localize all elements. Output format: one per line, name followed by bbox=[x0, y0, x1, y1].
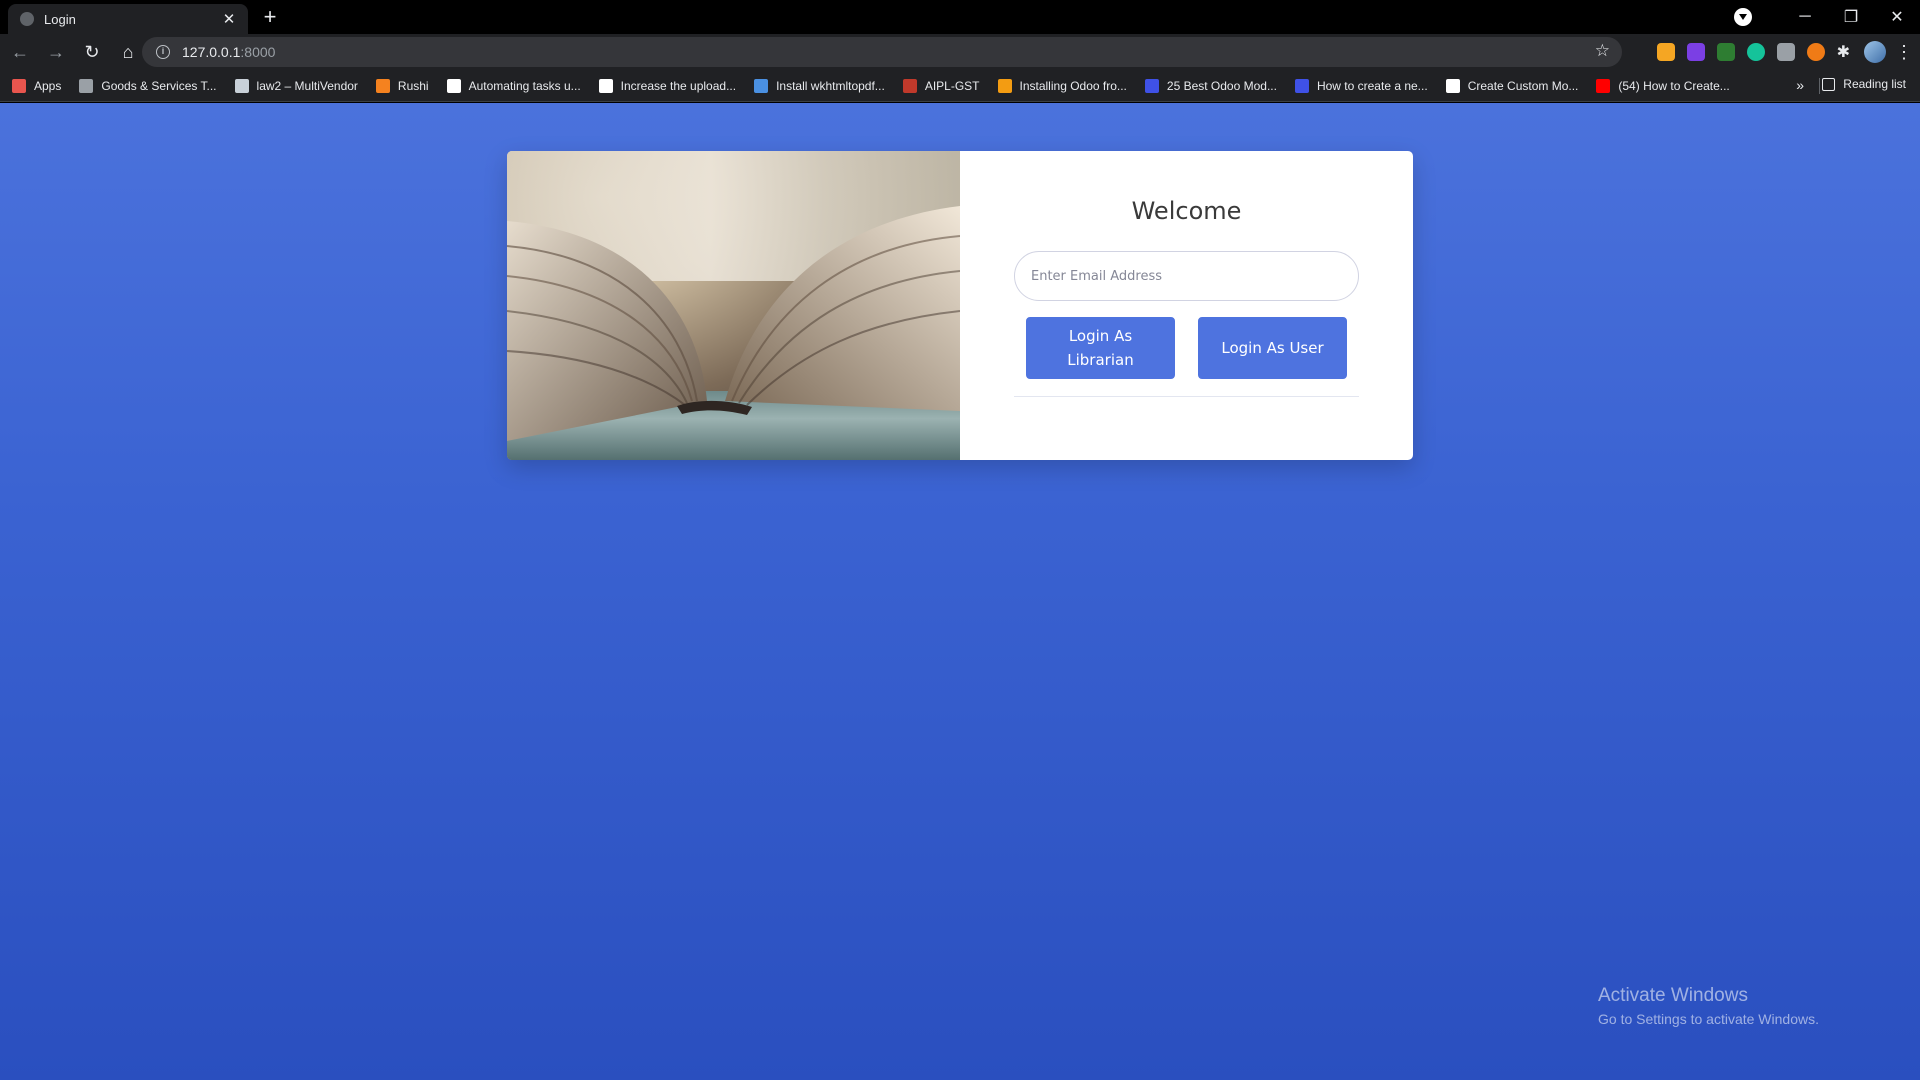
tab-strip: Login ✕ + ─ ❐ ✕ bbox=[0, 0, 1920, 34]
bookmark-label: How to create a ne... bbox=[1316, 78, 1428, 93]
page-background: Welcome Login As Librarian Login As User… bbox=[0, 103, 1920, 1080]
new-tab-button[interactable]: + bbox=[258, 4, 282, 30]
reading-list-icon bbox=[1822, 77, 1836, 91]
bookmarks-bar: Apps Goods & Services T... law2 – MultiV… bbox=[0, 70, 1920, 102]
bookmarks-overflow-button[interactable]: » bbox=[1796, 77, 1804, 93]
login-form: Welcome Login As Librarian Login As User bbox=[960, 151, 1413, 460]
bookmark-label: Apps bbox=[34, 78, 62, 93]
wkhtml-icon bbox=[754, 78, 769, 93]
wordpress-icon bbox=[234, 78, 249, 93]
bookmark-label: Rushi bbox=[397, 78, 429, 93]
medium-icon bbox=[446, 78, 461, 93]
open-book-image bbox=[507, 151, 960, 460]
apps-grid-icon bbox=[12, 78, 26, 93]
activate-windows-watermark: Activate Windows Go to Settings to activ… bbox=[1598, 985, 1819, 1027]
back-arrow-icon[interactable]: ← bbox=[4, 36, 36, 68]
home-icon[interactable]: ⌂ bbox=[112, 36, 144, 68]
form-divider bbox=[1014, 396, 1359, 397]
bookmark-label: (54) How to Create... bbox=[1618, 78, 1730, 93]
email-input[interactable] bbox=[1014, 251, 1359, 301]
watermark-subtitle: Go to Settings to activate Windows. bbox=[1598, 1011, 1819, 1027]
bookmark-item[interactable]: Install wkhtmltopdf... bbox=[754, 78, 885, 93]
medium-icon bbox=[1445, 78, 1460, 93]
reading-list-label: Reading list bbox=[1843, 77, 1906, 91]
bookmark-label: Install wkhtmltopdf... bbox=[776, 78, 885, 93]
restore-button[interactable]: ❐ bbox=[1828, 0, 1874, 34]
bookmark-item[interactable]: Installing Odoo fro... bbox=[997, 78, 1127, 93]
medium-icon bbox=[598, 78, 613, 93]
bookmark-item[interactable]: law2 – MultiVendor bbox=[234, 78, 358, 93]
bookmark-label: AIPL-GST bbox=[924, 78, 980, 93]
address-bar[interactable]: i 127.0.0.1:8000 ☆ bbox=[142, 37, 1622, 67]
rushi-icon bbox=[375, 78, 390, 93]
grammarly-icon[interactable] bbox=[1746, 43, 1765, 61]
reading-list-button[interactable]: Reading list bbox=[1822, 77, 1906, 91]
bookmark-label: 25 Best Odoo Mod... bbox=[1166, 78, 1277, 93]
extension-icon[interactable] bbox=[1806, 43, 1825, 61]
bookmark-item[interactable]: How to create a ne... bbox=[1294, 78, 1428, 93]
bookmark-item[interactable]: Rushi bbox=[375, 78, 429, 93]
extension-icon[interactable] bbox=[1686, 43, 1705, 61]
site-info-icon[interactable]: i bbox=[156, 45, 170, 59]
tab-close-icon[interactable]: ✕ bbox=[220, 10, 238, 28]
bookmarks-divider bbox=[1819, 78, 1820, 94]
bookmark-label: Increase the upload... bbox=[620, 78, 737, 93]
bookmark-label: Automating tasks u... bbox=[468, 78, 581, 93]
forward-arrow-icon[interactable]: → bbox=[40, 36, 72, 68]
login-card: Welcome Login As Librarian Login As User bbox=[507, 151, 1413, 460]
watermark-title: Activate Windows bbox=[1598, 985, 1748, 1006]
globe-icon bbox=[20, 12, 34, 26]
login-buttons: Login As Librarian Login As User bbox=[1014, 317, 1359, 379]
bookmark-item[interactable]: Apps bbox=[12, 78, 62, 93]
youtube-icon bbox=[1596, 78, 1611, 93]
bookmark-item[interactable]: Goods & Services T... bbox=[79, 78, 217, 93]
odoo-icon bbox=[997, 78, 1012, 93]
bookmark-item[interactable]: Increase the upload... bbox=[598, 78, 737, 93]
url-host: 127.0.0.1 bbox=[182, 44, 241, 60]
bookmark-label: Installing Odoo fro... bbox=[1019, 78, 1127, 93]
browser-tab[interactable]: Login ✕ bbox=[8, 4, 248, 34]
bookmark-item[interactable]: Automating tasks u... bbox=[446, 78, 581, 93]
bookmark-label: Create Custom Mo... bbox=[1467, 78, 1579, 93]
extension-icon[interactable] bbox=[1656, 43, 1675, 61]
extension-icon[interactable] bbox=[1716, 43, 1735, 61]
reload-icon[interactable]: ↻ bbox=[76, 36, 108, 68]
extensions-area: ✱ ⋮ bbox=[1651, 34, 1920, 70]
bookmark-item[interactable]: 25 Best Odoo Mod... bbox=[1144, 78, 1277, 93]
profile-avatar[interactable] bbox=[1864, 41, 1886, 63]
bookmark-item[interactable]: AIPL-GST bbox=[902, 78, 980, 93]
close-window-button[interactable]: ✕ bbox=[1874, 0, 1920, 34]
minimize-button[interactable]: ─ bbox=[1782, 0, 1828, 34]
url-port: :8000 bbox=[240, 44, 276, 60]
window-controls: ─ ❐ ✕ bbox=[1734, 0, 1920, 34]
book-illustration bbox=[507, 206, 960, 441]
bookmark-star-icon[interactable]: ☆ bbox=[1595, 41, 1610, 61]
tab-search-icon[interactable] bbox=[1734, 8, 1752, 26]
browser-toolbar: ← → ↻ ⌂ i 127.0.0.1:8000 ☆ ✱ ⋮ bbox=[0, 34, 1920, 70]
login-user-button[interactable]: Login As User bbox=[1198, 317, 1347, 379]
tab-title: Login bbox=[44, 11, 76, 27]
aipl-icon bbox=[902, 78, 917, 93]
menu-kebab-icon[interactable]: ⋮ bbox=[1894, 42, 1914, 63]
bookmark-label: Goods & Services T... bbox=[101, 78, 217, 93]
bookmark-item[interactable]: Create Custom Mo... bbox=[1445, 78, 1579, 93]
gst-icon bbox=[79, 78, 94, 93]
extension-icon[interactable] bbox=[1776, 43, 1795, 61]
welcome-heading: Welcome bbox=[1131, 197, 1242, 225]
webkul-icon bbox=[1144, 78, 1159, 93]
bookmark-label: law2 – MultiVendor bbox=[256, 78, 358, 93]
bookmark-item[interactable]: (54) How to Create... bbox=[1596, 78, 1730, 93]
webkul-icon bbox=[1294, 78, 1309, 93]
login-librarian-button[interactable]: Login As Librarian bbox=[1026, 317, 1175, 379]
extensions-puzzle-icon[interactable]: ✱ bbox=[1837, 42, 1850, 62]
